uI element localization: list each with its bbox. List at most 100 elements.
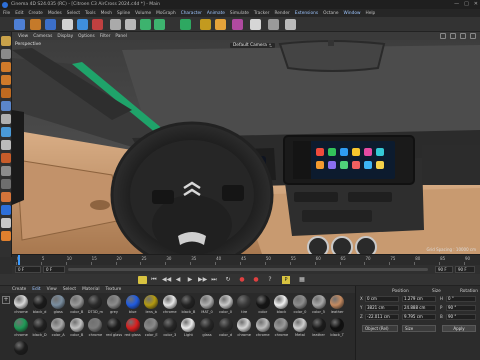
material-swatch[interactable]: MAT_0 [198, 294, 216, 317]
material-swatch[interactable]: grey [105, 294, 123, 317]
menu-simulate[interactable]: Simulate [230, 11, 249, 16]
timeline-ruler[interactable]: 051015202530354045505560657075808590 [12, 254, 480, 266]
material-swatch[interactable]: black_T [328, 317, 346, 340]
rotation-p-field[interactable]: 90 ° [446, 305, 476, 311]
play-button[interactable]: ▶ [186, 276, 194, 284]
menu-animate[interactable]: Animate [207, 11, 225, 16]
material-swatch[interactable]: color_d [217, 317, 235, 340]
viewport-menu-options[interactable]: Options [78, 34, 95, 39]
material-swatch[interactable]: color_B [68, 317, 86, 340]
size-z-field[interactable]: 9.795 cm [402, 314, 436, 320]
menu-tracker[interactable]: Tracker [254, 11, 270, 16]
material-swatch[interactable] [12, 340, 30, 360]
material-swatch[interactable]: color_3 [161, 317, 179, 340]
position-key-button[interactable]: P [282, 276, 290, 284]
left-tool-6-icon[interactable] [1, 101, 11, 111]
menu-mesh[interactable]: Mesh [101, 11, 112, 16]
left-tool-2-icon[interactable] [1, 49, 11, 59]
rotation-b-field[interactable]: 90 ° [446, 314, 476, 320]
go-to-start-button[interactable]: ⏮ [150, 276, 158, 284]
menu-tools[interactable]: Tools [85, 11, 96, 16]
material-swatch[interactable]: blue [124, 294, 142, 317]
material-swatch[interactable]: black [272, 294, 290, 317]
material-swatch[interactable]: leather [310, 317, 328, 340]
size-x-field[interactable]: 1.279 cm [402, 296, 436, 302]
material-swatch[interactable]: Metal [291, 317, 309, 340]
toolbar-tool-15-icon[interactable] [250, 19, 261, 30]
material-swatch[interactable]: chrome [12, 317, 30, 340]
material-swatch[interactable]: color_0 [291, 294, 309, 317]
max-frame-field[interactable]: 90 F [455, 266, 475, 273]
left-tool-8-icon[interactable] [1, 127, 11, 137]
start-frame-field[interactable]: 0 F [43, 266, 65, 273]
material-swatch[interactable]: red glass [124, 317, 142, 340]
position-y-field[interactable]: 3821 cm [365, 305, 399, 311]
add-material-button[interactable]: + [2, 296, 10, 304]
menu-window[interactable]: Window [344, 11, 361, 16]
3d-viewport[interactable]: Perspective Default Camera ⚬̲ Grid Spaci… [12, 40, 480, 254]
viewport-layout-icon[interactable] [470, 33, 476, 39]
toolbar-tool-13-icon[interactable] [215, 19, 226, 30]
material-swatch[interactable]: chrome [235, 317, 253, 340]
autokey-button[interactable]: ● [252, 276, 260, 284]
material-swatch[interactable]: leather [328, 294, 346, 317]
menu-spline[interactable]: Spline [117, 11, 130, 16]
left-tool-13-icon[interactable] [1, 192, 11, 202]
toolbar-tool-2-icon[interactable] [30, 19, 41, 30]
record-button[interactable]: ● [238, 276, 246, 284]
previous-key-button[interactable]: ◀◀ [162, 276, 171, 284]
left-tool-12-icon[interactable] [1, 179, 11, 189]
material-swatch[interactable]: color [254, 294, 272, 317]
viewport-zoom-icon[interactable] [450, 33, 456, 39]
menu-modes[interactable]: Modes [48, 11, 62, 16]
material-swatch[interactable]: color_0 [217, 294, 235, 317]
size-mode-select[interactable]: Size [402, 325, 436, 332]
material-menu-texture[interactable]: Texture [106, 287, 122, 292]
material-swatch[interactable]: chrome [12, 294, 30, 317]
left-tool-15-icon[interactable] [1, 218, 11, 228]
material-swatch[interactable]: glass [198, 317, 216, 340]
menu-edit[interactable]: Edit [15, 11, 23, 16]
viewport-menu-filter[interactable]: Filter [100, 34, 111, 39]
left-tool-9-icon[interactable] [1, 140, 11, 150]
material-swatch[interactable]: color_5 [310, 294, 328, 317]
position-x-field[interactable]: 0 cm [365, 296, 399, 302]
position-z-field[interactable]: -22.011 cm [365, 314, 399, 320]
camera-selector[interactable]: Default Camera ⚬̲ [230, 43, 275, 48]
viewport-menu-cameras[interactable]: Cameras [33, 34, 52, 39]
toolbar-tool-1-icon[interactable] [14, 19, 25, 30]
material-swatch[interactable]: tire [235, 294, 253, 317]
viewport-menu-panel[interactable]: Panel [115, 34, 127, 39]
help-button[interactable]: ? [266, 276, 274, 284]
end-frame-field[interactable]: 90 F [435, 266, 453, 273]
left-tool-3-icon[interactable] [1, 62, 11, 72]
toolbar-tool-12-icon[interactable] [200, 19, 211, 30]
left-tool-16-icon[interactable] [1, 231, 11, 241]
close-button[interactable]: ✕ [474, 1, 478, 7]
material-swatch[interactable]: color_E [142, 317, 160, 340]
material-swatch[interactable]: black_B [179, 294, 197, 317]
rotation-h-field[interactable]: 0 ° [446, 296, 476, 302]
toolbar-tool-3-icon[interactable] [45, 19, 56, 30]
menu-volume[interactable]: Volume [135, 11, 151, 16]
loop-button[interactable]: ↻ [224, 276, 232, 284]
timeline-view-button[interactable]: ▦ [298, 276, 306, 284]
menu-character[interactable]: Character [181, 11, 202, 16]
toolbar-tool-6-icon[interactable] [92, 19, 103, 30]
current-frame-field[interactable]: 0 F [15, 266, 41, 273]
material-swatch[interactable]: lens_b [142, 294, 160, 317]
menu-create[interactable]: Create [29, 11, 43, 16]
go-to-end-button[interactable]: ⏭ [210, 276, 218, 284]
menu-mograph[interactable]: MoGraph [156, 11, 176, 16]
menu-octane[interactable]: Octane [323, 11, 338, 16]
menu-render[interactable]: Render [274, 11, 289, 16]
material-menu-edit[interactable]: Edit [32, 287, 40, 292]
material-swatch[interactable]: black_D [31, 317, 49, 340]
toolbar-tool-14-icon[interactable] [232, 19, 243, 30]
material-swatch[interactable]: chrome [272, 317, 290, 340]
material-menu-material[interactable]: Material [82, 287, 99, 292]
viewport-move-icon[interactable] [440, 33, 446, 39]
material-swatch[interactable]: DT3D_m [86, 294, 104, 317]
coordinate-mode-select[interactable]: Object (Rel) [362, 325, 398, 332]
toolbar-tool-10-icon[interactable] [154, 19, 165, 30]
